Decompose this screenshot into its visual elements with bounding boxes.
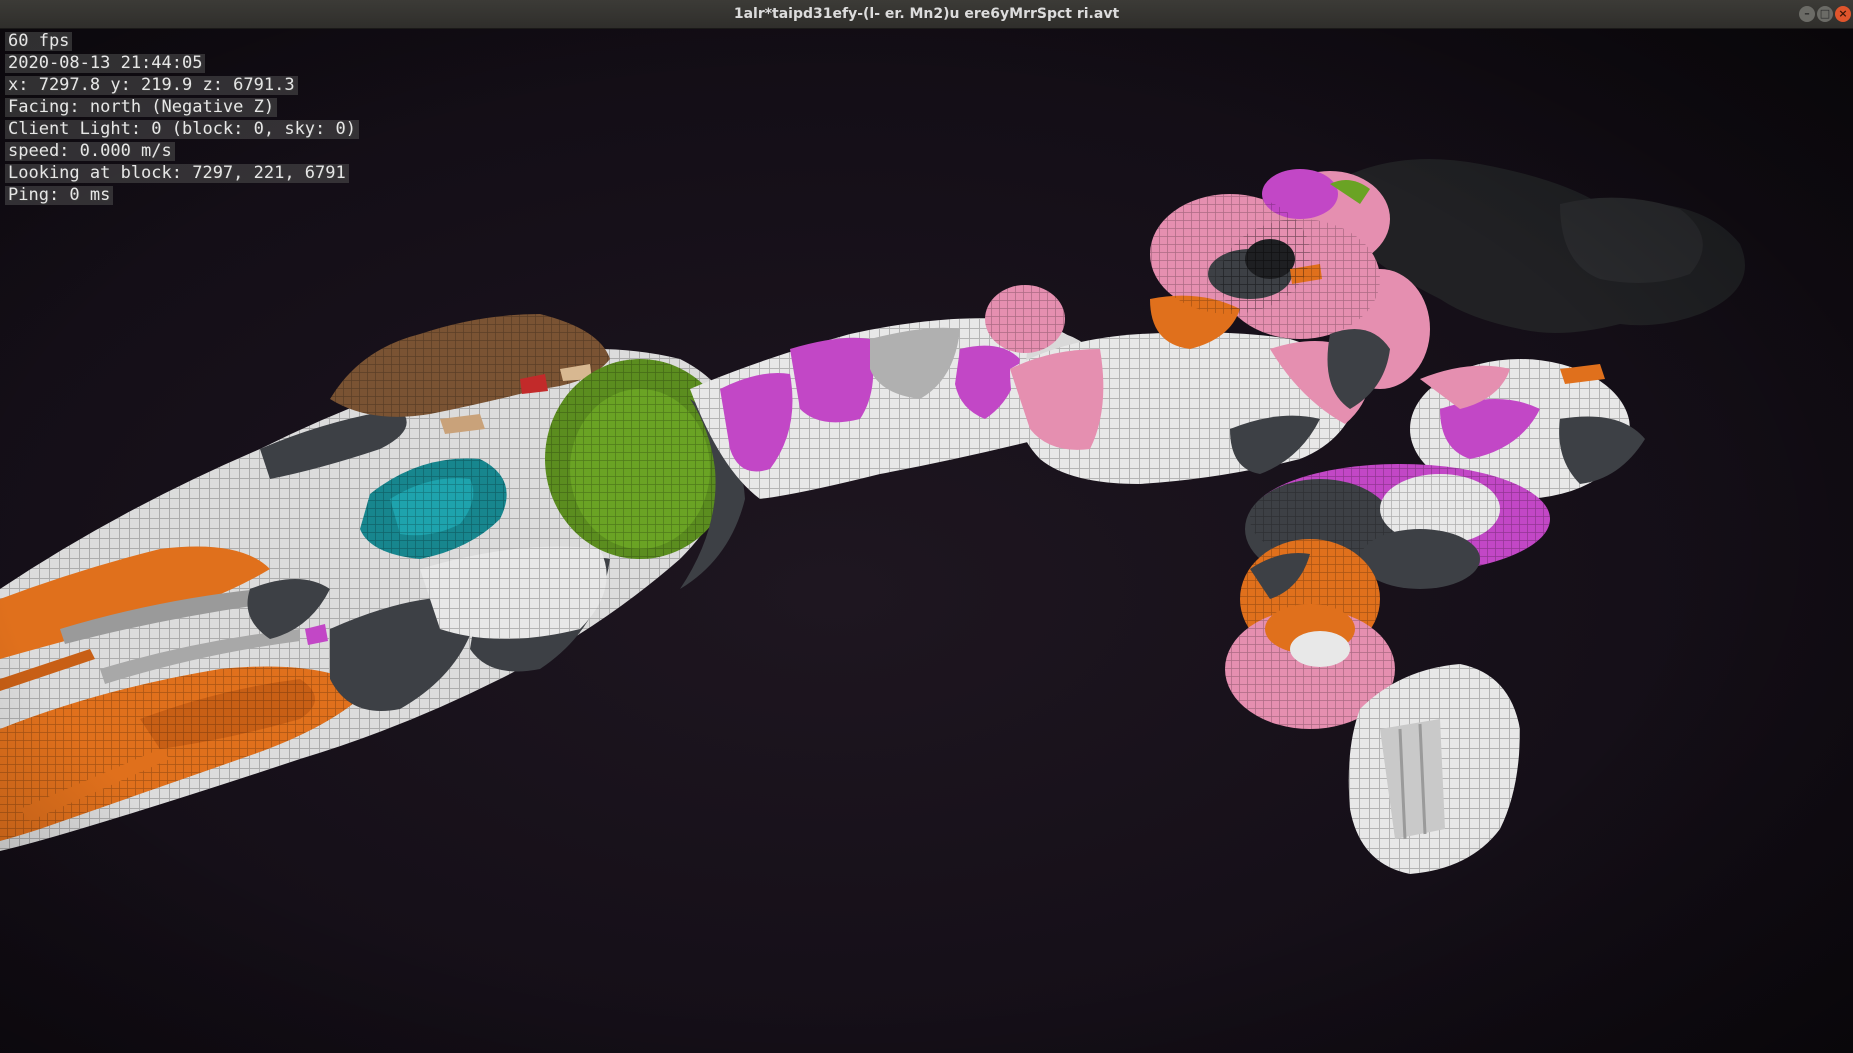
- ping-readout: Ping: 0 ms: [5, 186, 114, 205]
- looking-at-readout: Looking at block: 7297, 221, 6791: [5, 164, 349, 183]
- facing-readout: Facing: north (Negative Z): [5, 98, 278, 117]
- minimize-icon: –: [1804, 7, 1810, 20]
- maximize-button[interactable]: □: [1817, 6, 1833, 22]
- datetime-readout: 2020-08-13 21:44:05: [5, 54, 206, 73]
- fps-readout: 60 fps: [5, 32, 73, 51]
- position-readout: x: 7297.8 y: 219.9 z: 6791.3: [5, 76, 298, 95]
- window-title: 1alr*taipd31efy-(l- er. Mn2)u ere6yMrrSp…: [733, 6, 1120, 22]
- debug-overlay: 60 fps 2020-08-13 21:44:05 x: 7297.8 y: …: [5, 32, 359, 208]
- speed-readout: speed: 0.000 m/s: [5, 142, 175, 161]
- light-readout: Client Light: 0 (block: 0, sky: 0): [5, 120, 359, 139]
- close-button[interactable]: ×: [1835, 6, 1851, 22]
- game-viewport[interactable]: 60 fps 2020-08-13 21:44:05 x: 7297.8 y: …: [0, 29, 1853, 1053]
- window-titlebar: 1alr*taipd31efy-(l- er. Mn2)u ere6yMrrSp…: [0, 0, 1853, 29]
- minimize-button[interactable]: –: [1799, 6, 1815, 22]
- close-icon: ×: [1838, 7, 1848, 20]
- maximize-icon: □: [1819, 7, 1831, 20]
